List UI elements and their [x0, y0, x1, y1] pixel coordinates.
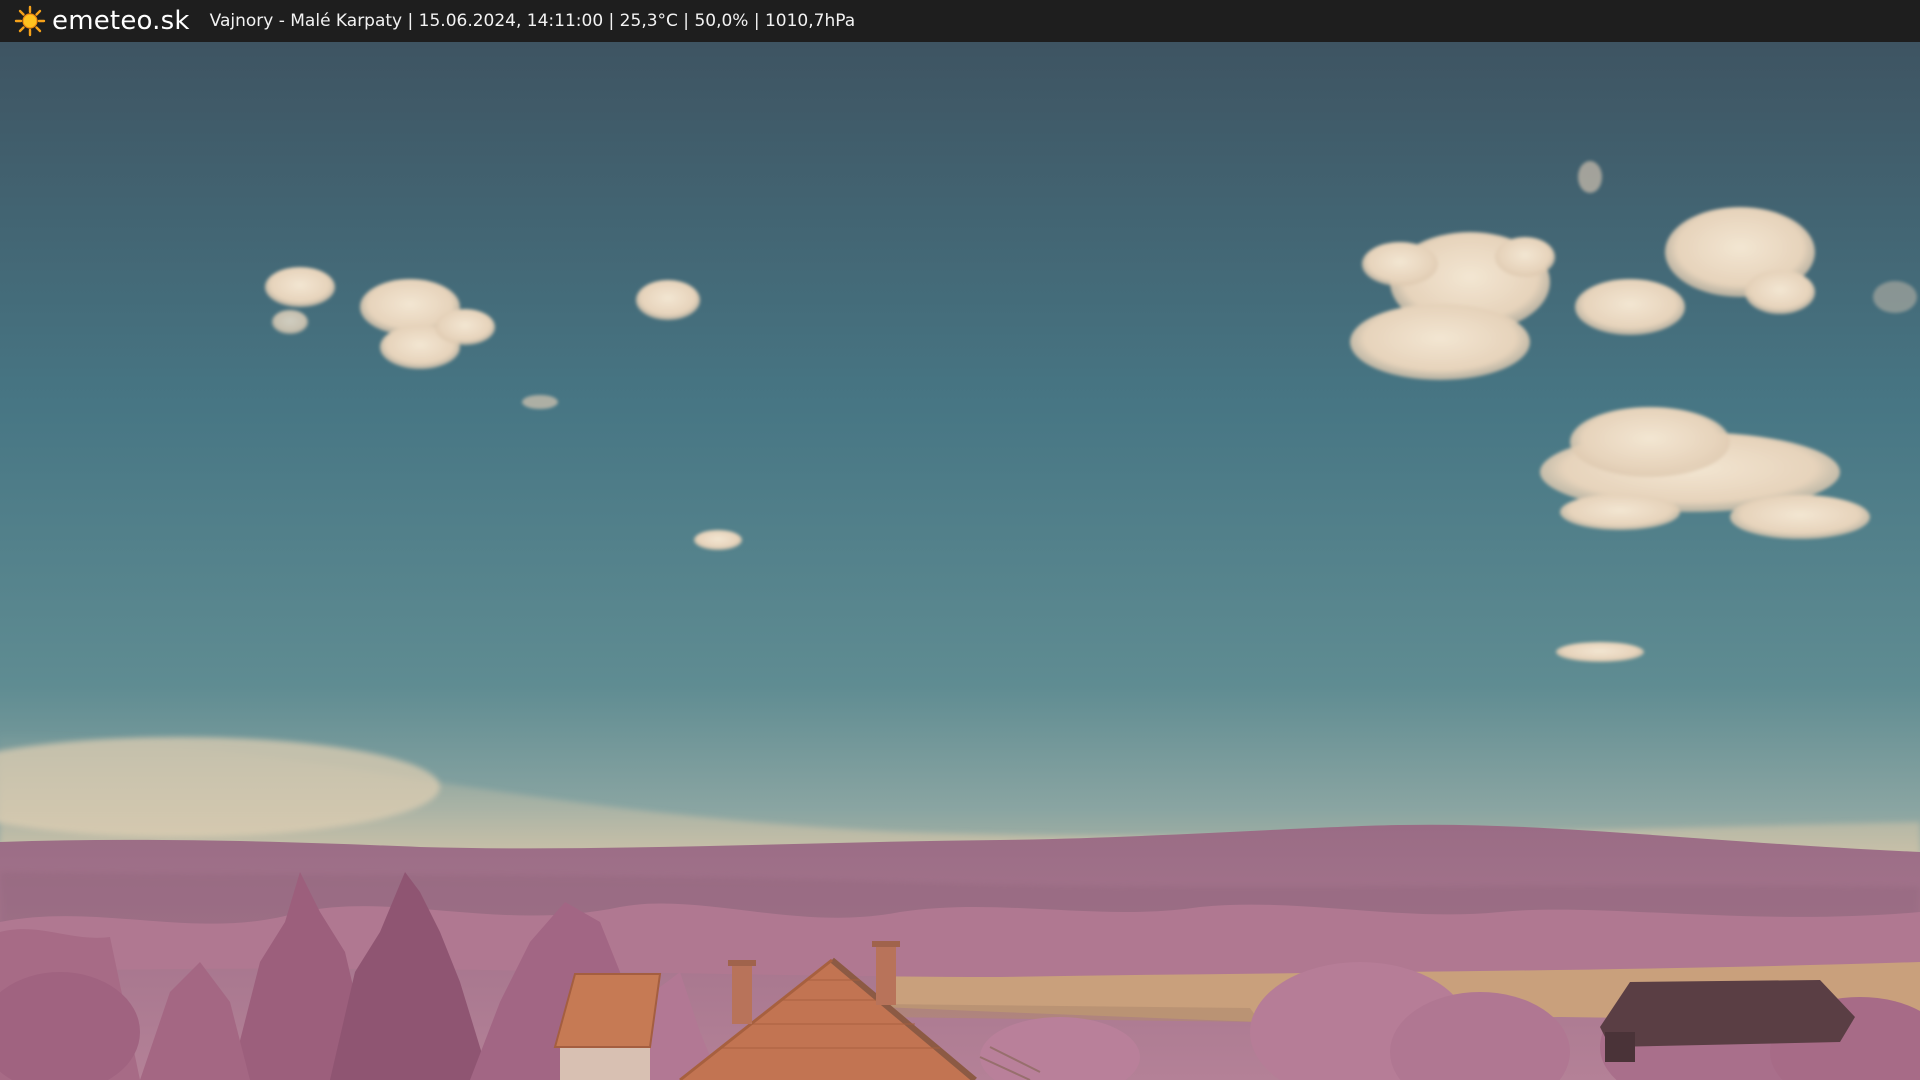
webcam-scene [0, 42, 1920, 1080]
cloud-wisp-2 [1556, 642, 1644, 662]
chimney-right [876, 945, 896, 1005]
top-bar: emeteo.sk Vajnory - Malé Karpaty | 15.06… [0, 0, 1920, 42]
cloud-wisp-1 [1578, 161, 1602, 193]
cloud-small-3 [694, 530, 742, 550]
chimney-left [732, 964, 752, 1024]
webcam-image [0, 42, 1920, 1080]
cloud-small-1 [636, 280, 700, 320]
brand-name: emeteo.sk [52, 6, 190, 36]
sun-icon [14, 5, 46, 37]
house-left [553, 973, 662, 1080]
brand-logo[interactable]: emeteo.sk [14, 5, 190, 37]
cloud-small-2 [522, 395, 558, 409]
cloud-wisp-3 [1873, 281, 1917, 313]
weather-caption: Vajnory - Malé Karpaty | 15.06.2024, 14:… [209, 11, 856, 31]
